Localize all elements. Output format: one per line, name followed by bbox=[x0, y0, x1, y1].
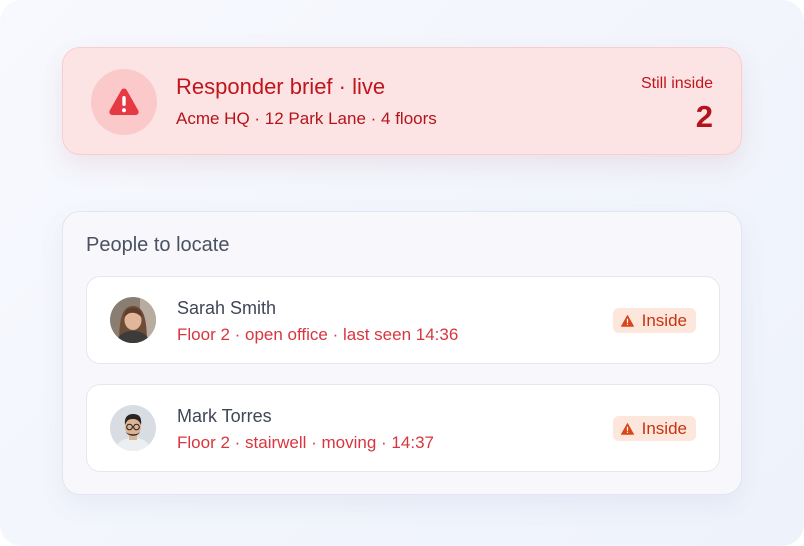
status-label: Inside bbox=[641, 310, 687, 330]
warning-triangle-icon bbox=[109, 88, 139, 115]
people-to-locate-card: People to locate Sarah Smith Floor 2 · o… bbox=[62, 211, 742, 495]
avatar bbox=[110, 297, 156, 343]
warning-icon bbox=[620, 314, 634, 327]
status-label: Inside bbox=[641, 418, 687, 438]
alert-title: Responder brief · live bbox=[176, 74, 386, 99]
section-title: People to locate bbox=[86, 234, 230, 256]
person-location: Floor 2 · open office · last seen 14:36 bbox=[177, 325, 459, 344]
person-name: Mark Torres bbox=[177, 406, 272, 426]
person-name: Sarah Smith bbox=[177, 298, 277, 318]
alert-location: Acme HQ · 12 Park Lane · 4 floors bbox=[176, 109, 437, 128]
page-canvas: Responder brief · live Acme HQ · 12 Park… bbox=[0, 0, 804, 546]
still-inside-label: Still inside bbox=[640, 75, 713, 92]
person-row[interactable]: Mark Torres Floor 2 · stairwell · moving… bbox=[86, 384, 720, 472]
avatar bbox=[110, 405, 156, 451]
alert-icon-circle bbox=[91, 69, 157, 135]
status-badge: Inside bbox=[612, 308, 696, 333]
warning-icon bbox=[620, 422, 634, 435]
status-badge: Inside bbox=[612, 416, 696, 441]
responder-alert-card: Responder brief · live Acme HQ · 12 Park… bbox=[62, 47, 742, 155]
still-inside-count: 2 bbox=[695, 99, 713, 134]
person-location: Floor 2 · stairwell · moving · 14:37 bbox=[177, 433, 434, 452]
person-row[interactable]: Sarah Smith Floor 2 · open office · last… bbox=[86, 276, 720, 364]
